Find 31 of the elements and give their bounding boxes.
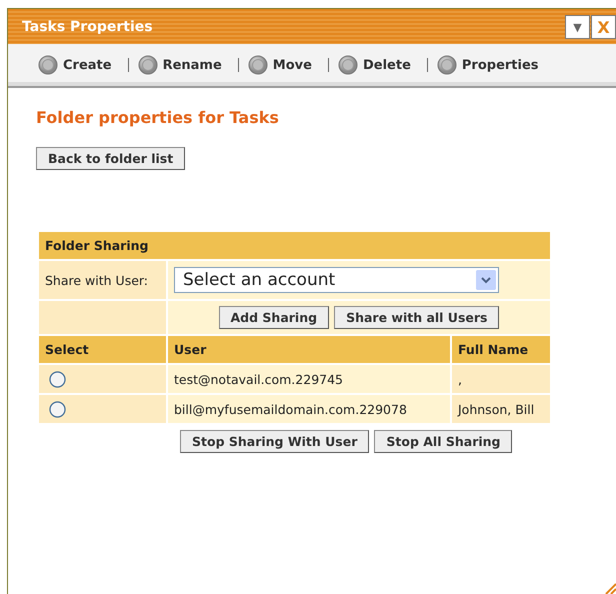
table-cell: test@notavail.com.229745	[167, 364, 451, 394]
action-button[interactable]: Share with all Users	[334, 306, 500, 329]
radio-button[interactable]	[49, 371, 66, 388]
action-button[interactable]: Add Sharing	[218, 306, 330, 329]
window-title: Tasks Properties	[22, 18, 153, 34]
table-cell: ,	[451, 364, 551, 394]
dropdown-arrow-icon	[476, 270, 496, 290]
page-heading: Folder properties for Tasks	[36, 108, 280, 127]
action-button[interactable]: Stop Sharing With User	[180, 430, 370, 453]
toolbar-button[interactable]: Delete	[334, 55, 415, 75]
toolbar-button[interactable]: Move	[244, 55, 316, 75]
table-cell: bill@myfusemaildomain.com.229078	[167, 394, 451, 424]
circle-icon	[436, 55, 457, 75]
circle-icon	[138, 55, 158, 75]
column-header: User	[167, 335, 451, 364]
table-cell: Johnson, Bill	[451, 394, 551, 424]
circle-icon	[248, 55, 268, 75]
section-header: Folder Sharing	[38, 231, 551, 260]
account-dropdown[interactable]: Select an account	[174, 267, 499, 293]
radio-button[interactable]	[49, 401, 66, 418]
menu-button[interactable]: ▼	[565, 15, 590, 39]
circle-icon	[38, 55, 58, 75]
column-header: Select	[38, 335, 167, 364]
field-label: Share with User:	[45, 272, 148, 288]
action-button[interactable]: Stop All Sharing	[374, 430, 512, 453]
toolbar-button[interactable]: Create	[34, 55, 116, 75]
toolbar-button[interactable]: Properties	[432, 55, 543, 75]
circle-icon	[338, 55, 358, 75]
back-button[interactable]: Back to folder list	[36, 147, 186, 170]
toolbar-button[interactable]: Rename	[134, 55, 226, 75]
column-header: Full Name	[451, 335, 551, 364]
